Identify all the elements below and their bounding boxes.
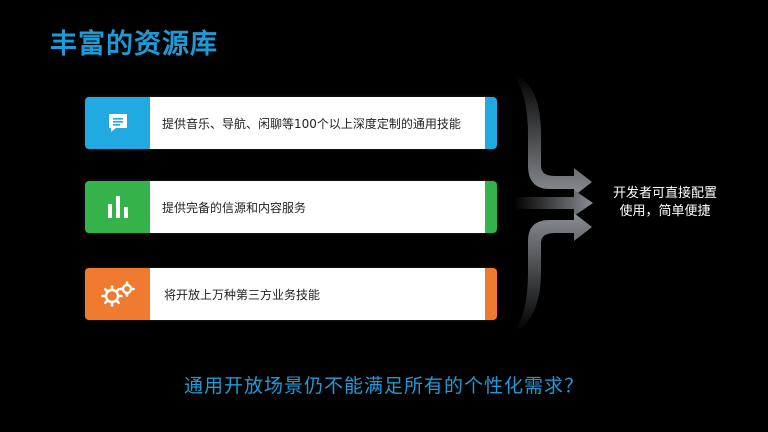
- arrow-top: [514, 74, 592, 196]
- arrow-middle: [514, 190, 593, 216]
- closing-question: 通用开放场景仍不能满足所有的个性化需求？: [183, 375, 584, 397]
- feature-card-third-party: 将开放上万种第三方业务技能: [85, 268, 497, 320]
- arrow-bottom: [514, 213, 592, 332]
- result-text-line2: 使用，简单便捷: [619, 204, 711, 219]
- page-title: 丰富的资源库: [50, 29, 218, 60]
- feature-card-content: 提供完备的信源和内容服务: [85, 181, 497, 233]
- bar-chart-icon: [85, 181, 150, 233]
- result-text: 开发者可直接配置 使用，简单便捷: [600, 185, 730, 221]
- feature-card-skills: 提供音乐、导航、闲聊等100个以上深度定制的通用技能: [85, 97, 497, 149]
- card-edge: [485, 97, 497, 149]
- result-text-line1: 开发者可直接配置: [612, 186, 717, 201]
- feature-card-text: 提供完备的信源和内容服务: [150, 181, 485, 233]
- feature-card-text: 提供音乐、导航、闲聊等100个以上深度定制的通用技能: [150, 97, 485, 149]
- card-edge: [485, 181, 497, 233]
- gears-icon: [85, 268, 150, 320]
- converging-arrows: [514, 74, 593, 332]
- chat-bubble-icon: [85, 97, 150, 149]
- feature-card-text: 将开放上万种第三方业务技能: [150, 268, 485, 320]
- card-edge: [485, 268, 497, 320]
